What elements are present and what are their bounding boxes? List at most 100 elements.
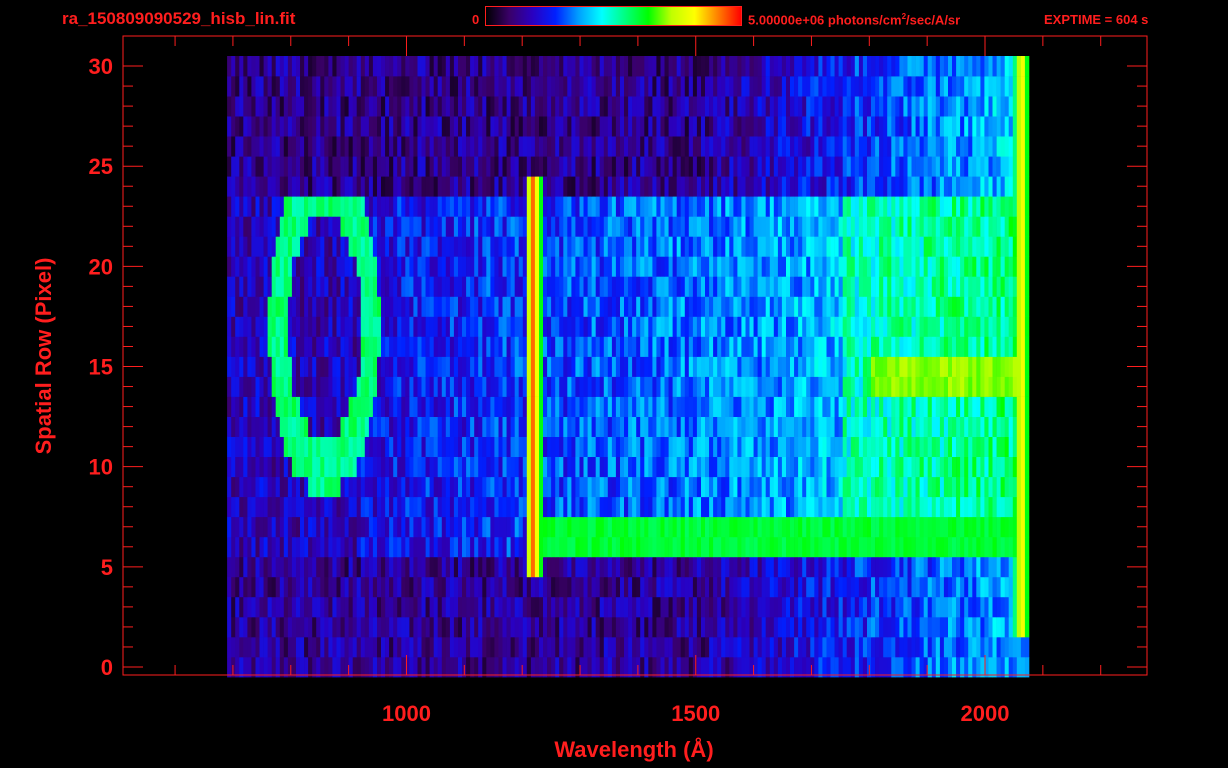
heatmap-cell [259, 456, 264, 478]
heatmap-cell [620, 436, 625, 457]
heatmap-cell [470, 216, 475, 237]
heatmap-cell [583, 336, 588, 357]
heatmap-cell [684, 276, 690, 297]
heatmap-cell [980, 476, 985, 498]
heatmap-cell [1012, 176, 1018, 197]
heatmap-cell [854, 256, 860, 277]
heatmap-cell [611, 356, 617, 377]
heatmap-cell [814, 516, 819, 538]
heatmap-cell [798, 636, 803, 658]
heatmap-cell [263, 416, 268, 437]
heatmap-cell [721, 296, 726, 317]
heatmap-cell [765, 196, 771, 217]
heatmap-cell [854, 596, 860, 618]
heatmap-cell [786, 476, 791, 498]
heatmap-cell [952, 596, 957, 618]
heatmap-cell [1020, 296, 1026, 317]
heatmap-cell [644, 576, 649, 598]
heatmap-cell [506, 256, 511, 277]
heatmap-cell [713, 436, 718, 457]
heatmap-cell [502, 436, 507, 457]
heatmap-cell [696, 256, 702, 277]
heatmap-cell [417, 176, 422, 197]
heatmap-cell [773, 536, 779, 558]
heatmap-cell [429, 176, 434, 197]
heatmap-cell [745, 256, 750, 277]
heatmap-cell [300, 216, 305, 237]
heatmap-cell [713, 636, 718, 658]
heatmap-cell [474, 556, 479, 578]
heatmap-cell [401, 376, 406, 397]
heatmap-cell [413, 576, 418, 598]
heatmap-cell [992, 636, 997, 658]
heatmap-cell [842, 616, 848, 638]
heatmap-cell [798, 196, 803, 217]
heatmap-cell [449, 436, 455, 457]
heatmap-cell [668, 236, 673, 257]
heatmap-cell [360, 657, 366, 678]
heatmap-cell [304, 336, 309, 357]
heatmap-cell [644, 657, 649, 678]
heatmap-cell [984, 376, 989, 397]
heatmap-cell [328, 256, 333, 277]
heatmap-cell [474, 476, 479, 498]
heatmap-cell [632, 216, 637, 237]
heatmap-cell [624, 456, 629, 478]
heatmap-cell [822, 476, 827, 498]
heatmap-cell [883, 456, 888, 478]
heatmap-cell [709, 636, 714, 658]
heatmap-cell [725, 196, 730, 217]
heatmap-cell [1008, 376, 1014, 397]
heatmap-cell [583, 356, 588, 377]
heatmap-cell [891, 596, 896, 618]
heatmap-cell [891, 256, 896, 277]
heatmap-cell [360, 476, 366, 498]
heatmap-cell [887, 336, 892, 357]
heatmap-cell [559, 336, 564, 357]
heatmap-cell [417, 316, 422, 337]
heatmap-cell [688, 436, 694, 457]
heatmap-cell [858, 176, 864, 197]
heatmap-cell [672, 596, 677, 618]
heatmap-cell [644, 456, 649, 478]
heatmap-cell [239, 356, 244, 377]
heatmap-cell [919, 356, 924, 377]
heatmap-cell [397, 476, 402, 498]
heatmap-cell [899, 536, 904, 558]
heatmap-cell [348, 296, 353, 317]
heatmap-cell [522, 596, 528, 618]
heatmap-cell [972, 236, 977, 257]
heatmap-cell [587, 536, 592, 558]
heatmap-cell [725, 496, 730, 518]
heatmap-cell [842, 336, 848, 357]
heatmap-cell [567, 356, 572, 377]
heatmap-cell [506, 616, 511, 638]
heatmap-cell [943, 296, 949, 317]
heatmap-cell [640, 336, 645, 357]
heatmap-cell [879, 296, 884, 317]
heatmap-cell [919, 657, 924, 678]
spectrum-heatmap-plot: 1000 1500 2000051015202530 [89, 35, 1148, 726]
heatmap-cell [389, 336, 394, 357]
heatmap-cell [636, 556, 641, 578]
heatmap-cell [332, 636, 337, 658]
heatmap-cell [1012, 396, 1018, 417]
heatmap-cell [251, 576, 256, 598]
heatmap-cell [231, 516, 236, 538]
heatmap-cell [818, 316, 823, 337]
heatmap-cell [482, 296, 487, 317]
heatmap-cell [656, 516, 661, 538]
heatmap-cell [478, 536, 483, 558]
heatmap-cell [563, 376, 568, 397]
heatmap-cell [721, 657, 726, 678]
heatmap-cell [1004, 556, 1010, 578]
heatmap-cell [745, 657, 750, 678]
heatmap-cell [952, 416, 957, 437]
heatmap-cell [279, 236, 285, 257]
heatmap-cell [377, 376, 382, 397]
heatmap-cell [721, 596, 726, 618]
heatmap-cell [943, 616, 949, 638]
heatmap-cell [911, 356, 916, 377]
heatmap-cell [1000, 256, 1005, 277]
heatmap-cell [680, 456, 686, 478]
